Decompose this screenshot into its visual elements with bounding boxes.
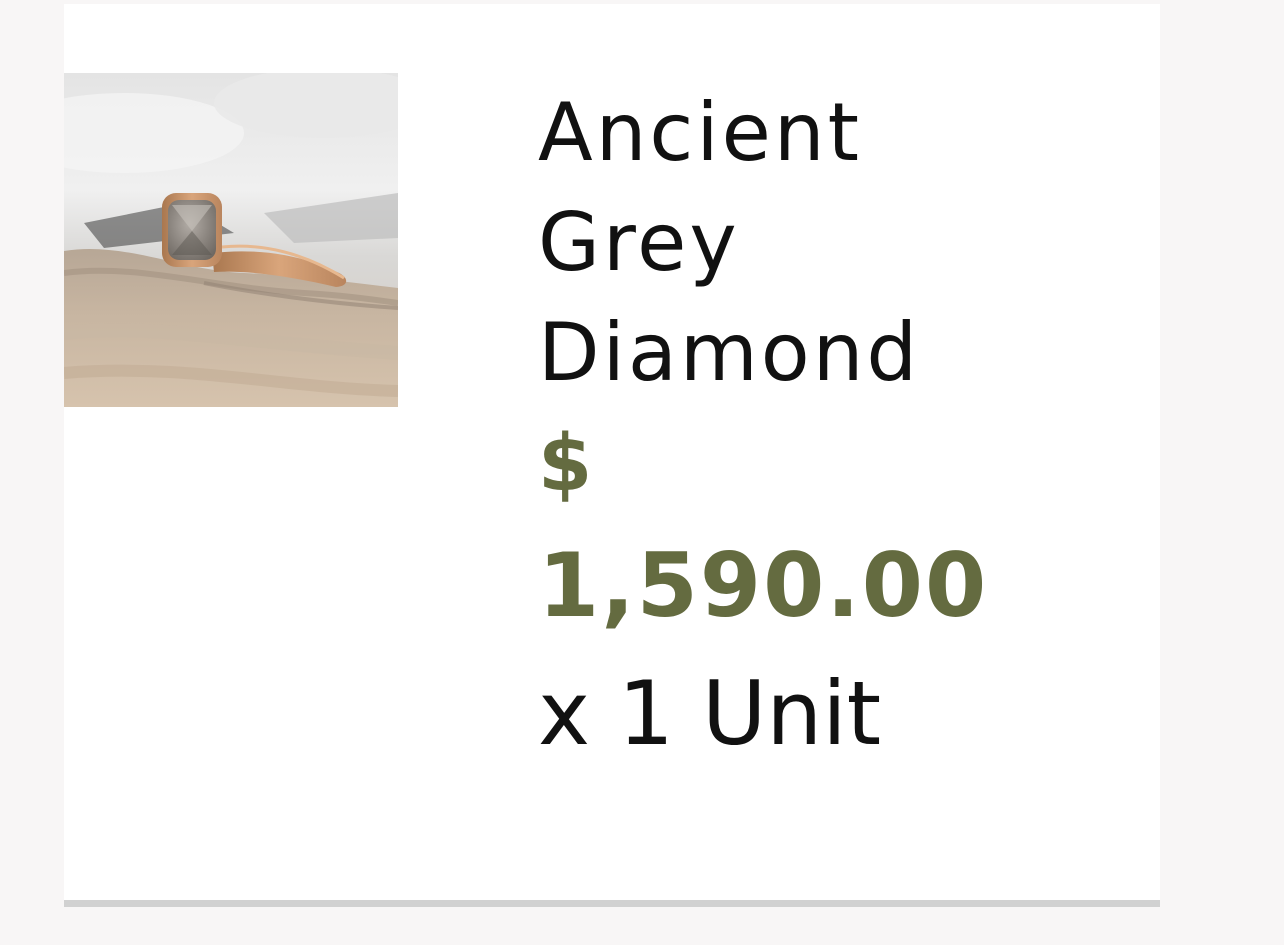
product-title-line-1: Ancient (538, 86, 862, 179)
quantity-label: x 1 Unit (538, 662, 882, 765)
cart-item-info: Ancient Grey Diamond $ 1,590.00 x 1 Unit (538, 78, 1138, 764)
price-amount: 1,590.00 (538, 534, 989, 637)
product-title-line-2: Grey (538, 196, 740, 289)
product-image[interactable] (64, 73, 398, 407)
product-title[interactable]: Ancient Grey Diamond (538, 78, 1138, 408)
cart-item-card: Ancient Grey Diamond $ 1,590.00 x 1 Unit (64, 4, 1160, 901)
item-divider (64, 900, 1160, 907)
product-title-line-3: Diamond (538, 306, 921, 399)
price-currency-symbol: $ (538, 419, 593, 509)
